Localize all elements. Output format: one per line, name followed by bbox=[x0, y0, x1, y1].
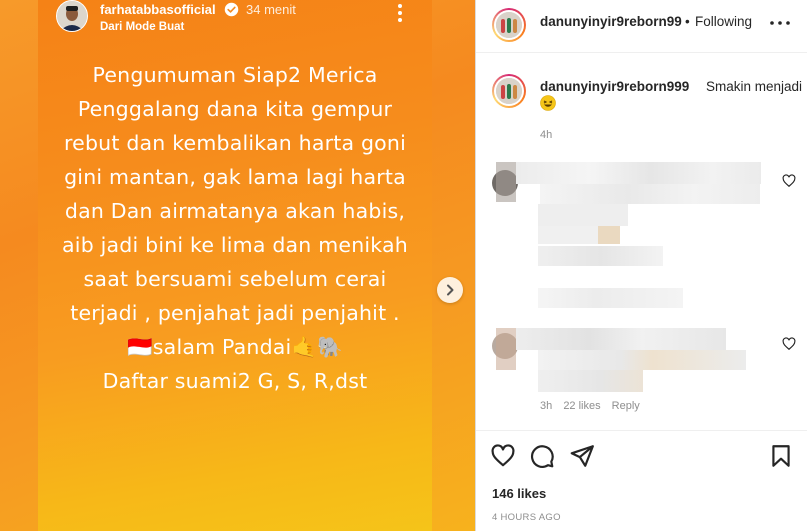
story-line: 🇮🇩salam Pandai🤙🐘 bbox=[127, 335, 343, 359]
story-image: farhatabbasofficial 34 menit Dari Mode B… bbox=[38, 0, 432, 531]
pixelated-text bbox=[538, 370, 643, 392]
post-header: danunyinyir9reborn99 • Following bbox=[476, 0, 807, 53]
pixelated-text bbox=[598, 226, 620, 244]
speech-bubble-icon[interactable] bbox=[529, 443, 555, 469]
story-line: rebut dan kembalikan harta goni bbox=[63, 131, 407, 155]
pixelated-text bbox=[538, 350, 746, 370]
pixelated-text bbox=[538, 204, 628, 226]
comment-like-icon[interactable] bbox=[782, 337, 796, 351]
pixelated-meta bbox=[538, 288, 683, 308]
caption-timestamp: 4h bbox=[540, 129, 553, 141]
pixelated-text bbox=[516, 328, 726, 350]
story-header: farhatabbasofficial 34 menit Dari Mode B… bbox=[48, 0, 422, 40]
pixelated-avatar bbox=[496, 328, 516, 370]
like-count[interactable]: 146 likes bbox=[492, 486, 546, 501]
comment-timestamp: 3h bbox=[540, 400, 553, 412]
post-media: farhatabbasofficial 34 menit Dari Mode B… bbox=[0, 0, 475, 531]
heart-outline-icon[interactable] bbox=[490, 443, 516, 469]
more-options-icon[interactable] bbox=[390, 2, 410, 24]
header-avatar[interactable] bbox=[492, 8, 526, 42]
next-media-button[interactable] bbox=[437, 277, 463, 303]
story-line: gini mantan, gak lama lagi harta bbox=[64, 165, 406, 189]
story-line: dan Dan airmatanya akan habis, bbox=[64, 199, 406, 223]
story-line: Daftar suami2 G, S, R,dst bbox=[102, 369, 368, 393]
pixelated-text bbox=[516, 162, 761, 184]
story-line: saat bersuami sebelum cerai bbox=[83, 267, 387, 291]
chevron-right-icon bbox=[447, 284, 454, 296]
reply-button[interactable]: Reply bbox=[612, 400, 640, 412]
story-line: Pengumuman Siap2 Merica bbox=[92, 63, 378, 87]
pixelated-text bbox=[538, 226, 598, 244]
header-separator: • bbox=[685, 14, 690, 29]
story-line: Penggalang dana kita gempur bbox=[77, 97, 393, 121]
pixelated-text bbox=[538, 246, 663, 266]
following-button[interactable]: Following bbox=[695, 14, 752, 29]
paper-plane-icon[interactable] bbox=[569, 443, 595, 469]
story-line: aib jadi bini ke lima dan menikah bbox=[62, 233, 408, 257]
more-options-icon[interactable] bbox=[768, 13, 792, 33]
caption-username[interactable]: danunyinyir9reborn999 bbox=[540, 79, 689, 94]
laughing-emoji-icon bbox=[540, 95, 556, 111]
comment-likes[interactable]: 22 likes bbox=[563, 400, 600, 412]
story-line: terjadi , penjahat jadi penjahit . bbox=[70, 301, 400, 325]
comment-meta: 3h 22 likes Reply bbox=[540, 400, 648, 412]
post-timestamp: 4 HOURS AGO bbox=[492, 512, 561, 523]
story-timestamp: 34 menit bbox=[246, 2, 296, 17]
verified-badge-icon bbox=[224, 2, 239, 17]
action-bar: 146 likes 4 HOURS AGO bbox=[476, 430, 807, 532]
comment-like-icon[interactable] bbox=[782, 174, 796, 188]
caption-text: Smakin menjadi bbox=[706, 79, 803, 94]
caption-avatar[interactable] bbox=[492, 74, 526, 108]
story-text: Pengumuman Siap2 Merica Penggalang dana … bbox=[38, 58, 432, 398]
story-avatar bbox=[56, 0, 88, 32]
story-username[interactable]: farhatabbasofficial bbox=[100, 2, 216, 17]
pixelated-text bbox=[540, 184, 760, 204]
header-username[interactable]: danunyinyir9reborn99 bbox=[540, 14, 682, 29]
bookmark-icon[interactable] bbox=[768, 443, 794, 469]
post-sidebar: danunyinyir9reborn99 • Following danunyi… bbox=[475, 0, 807, 531]
story-subtitle: Dari Mode Buat bbox=[100, 21, 185, 33]
pixelated-avatar bbox=[496, 162, 516, 202]
